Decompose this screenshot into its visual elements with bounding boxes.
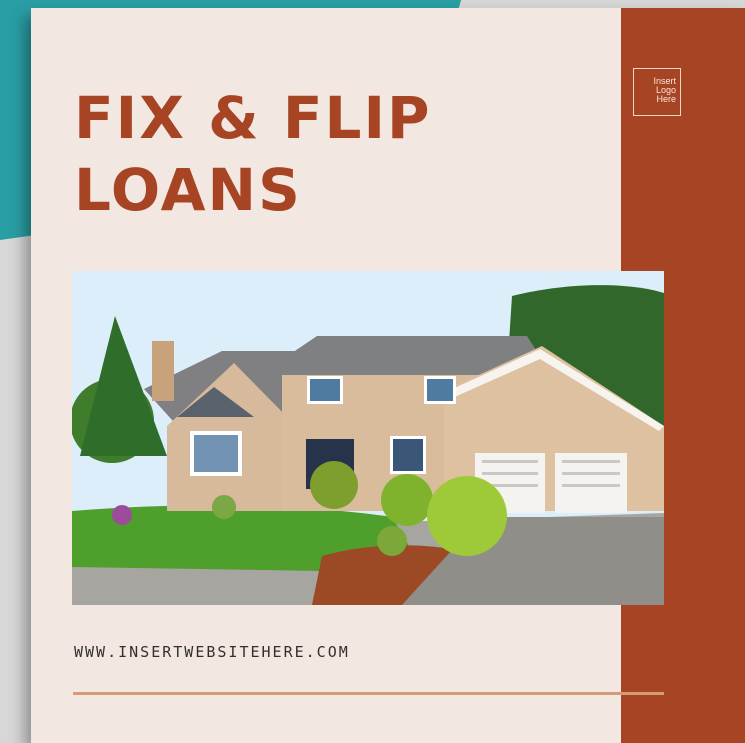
title-line-1: FIX & FLIP bbox=[74, 84, 432, 152]
house-photo bbox=[72, 271, 664, 605]
title-line-2: LOANS bbox=[74, 156, 302, 224]
house-photo-illustration bbox=[72, 271, 664, 605]
logo-placeholder: Insert Logo Here bbox=[633, 68, 681, 116]
bottom-divider bbox=[73, 692, 664, 695]
website-url: WWW.INSERTWEBSITEHERE.COM bbox=[74, 643, 350, 661]
flyer-title: FIX & FLIP LOANS bbox=[74, 82, 494, 226]
